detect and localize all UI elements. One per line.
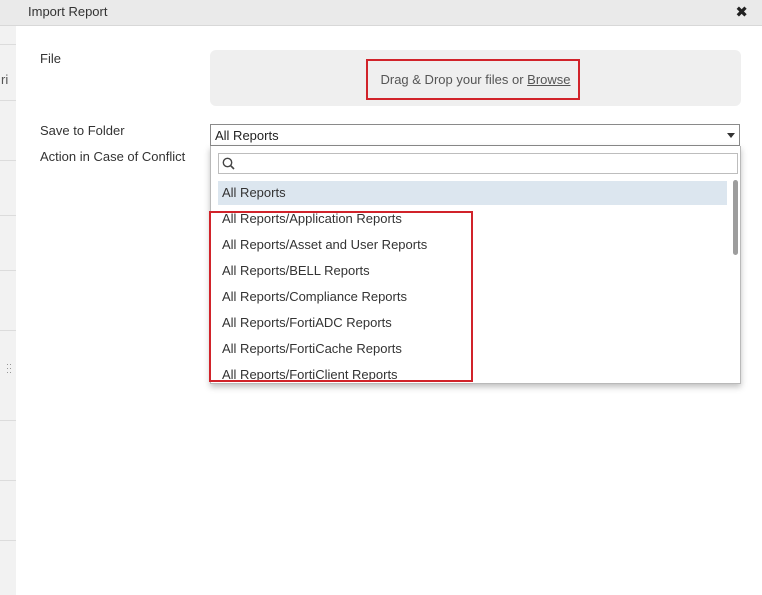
background-text-fragment: ri <box>1 72 9 87</box>
background-row-divider <box>0 540 16 541</box>
background-row-divider <box>0 480 16 481</box>
background-row-divider <box>0 270 16 271</box>
import-report-dialog: Import Report ✖ File Save to Folder Acti… <box>0 0 762 595</box>
background-row-divider <box>0 100 16 101</box>
chevron-down-icon[interactable] <box>727 133 735 138</box>
folder-option[interactable]: All Reports <box>218 181 727 205</box>
folder-select-value: All Reports <box>215 128 279 143</box>
dialog-title: Import Report <box>28 4 108 19</box>
background-row-divider <box>0 215 16 216</box>
background-row-divider <box>0 160 16 161</box>
folder-select[interactable]: All Reports <box>210 124 740 146</box>
background-row-divider <box>0 420 16 421</box>
dialog-titlebar: Import Report ✖ <box>0 0 762 26</box>
folder-search-input[interactable] <box>218 153 738 174</box>
file-label: File <box>40 51 61 66</box>
drag-handle-icon[interactable]: ·· ·· ·· <box>6 360 12 377</box>
close-icon[interactable]: ✖ <box>735 3 748 21</box>
background-row-divider <box>0 44 16 45</box>
dropdown-scrollbar[interactable] <box>733 180 738 255</box>
conflict-action-label: Action in Case of Conflict <box>40 149 186 164</box>
background-row-divider <box>0 330 16 331</box>
save-to-folder-label: Save to Folder <box>40 123 125 138</box>
highlight-box-dropzone <box>366 59 580 100</box>
background-panel: ri ·· ·· ·· <box>0 0 17 595</box>
search-icon <box>222 157 235 170</box>
highlight-box-folder-options <box>209 211 473 382</box>
